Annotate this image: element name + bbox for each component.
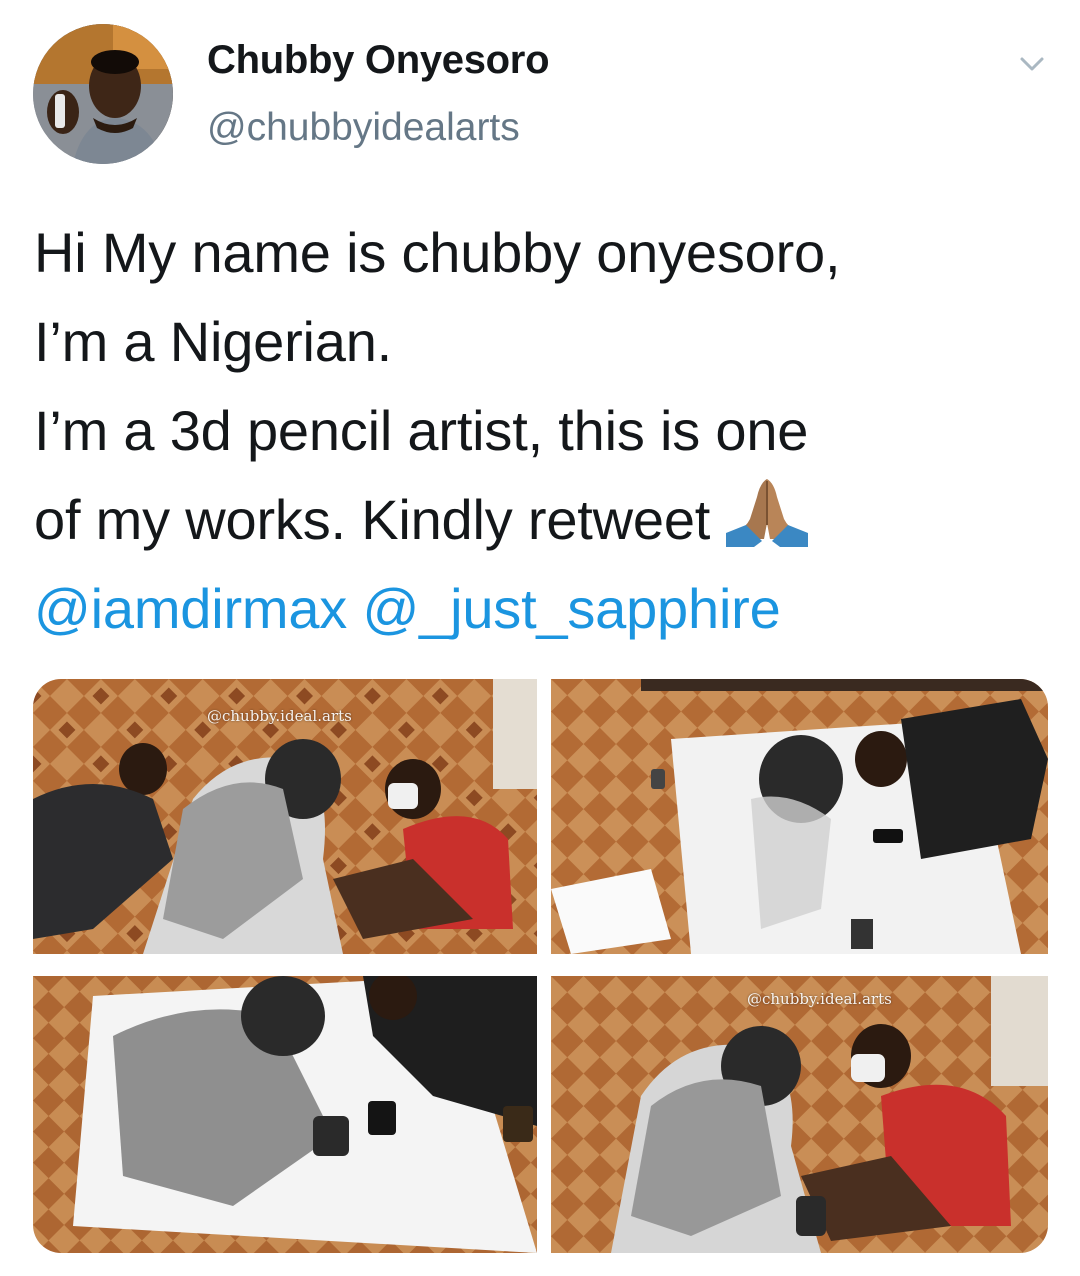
author-handle[interactable]: @chubbyidealarts <box>207 106 520 150</box>
photo-4[interactable]: @chubby.ideal.arts <box>551 976 1048 1253</box>
photo-watermark: @chubby.ideal.arts <box>207 707 352 725</box>
photo-4-image <box>551 976 1048 1253</box>
mentions-line: @iamdirmax @_just_sapphire <box>34 564 1054 653</box>
tweet-line: I’m a Nigerian. <box>34 310 393 373</box>
tweet-line-with-emoji: of my works. Kindly retweet <box>34 475 1054 564</box>
tweet-text: Hi My name is chubby onyesoro, I’m a Nig… <box>34 208 1054 653</box>
avatar-photo <box>33 24 173 164</box>
folded-hands-icon <box>726 479 809 547</box>
tweet-line: of my works. Kindly retweet <box>34 488 711 551</box>
tweet-line: I’m a 3d pencil artist, this is one <box>34 399 809 462</box>
photo-2[interactable] <box>551 679 1048 954</box>
mention-link[interactable]: @_just_sapphire <box>362 577 780 640</box>
chevron-down-icon[interactable] <box>1012 44 1052 84</box>
media-grid: @chubby.ideal.arts @chubby.ideal.arts <box>33 679 1048 1253</box>
photo-3-image <box>33 976 537 1253</box>
photo-3[interactable] <box>33 976 537 1253</box>
photo-watermark: @chubby.ideal.arts <box>747 990 892 1008</box>
tweet-line: Hi My name is chubby onyesoro, <box>34 221 841 284</box>
photo-2-image <box>551 679 1048 954</box>
photo-1[interactable]: @chubby.ideal.arts <box>33 679 537 954</box>
mention-link[interactable]: @iamdirmax <box>34 577 347 640</box>
author-avatar[interactable] <box>33 24 173 164</box>
author-display-name[interactable]: Chubby Onyesoro <box>207 38 550 83</box>
